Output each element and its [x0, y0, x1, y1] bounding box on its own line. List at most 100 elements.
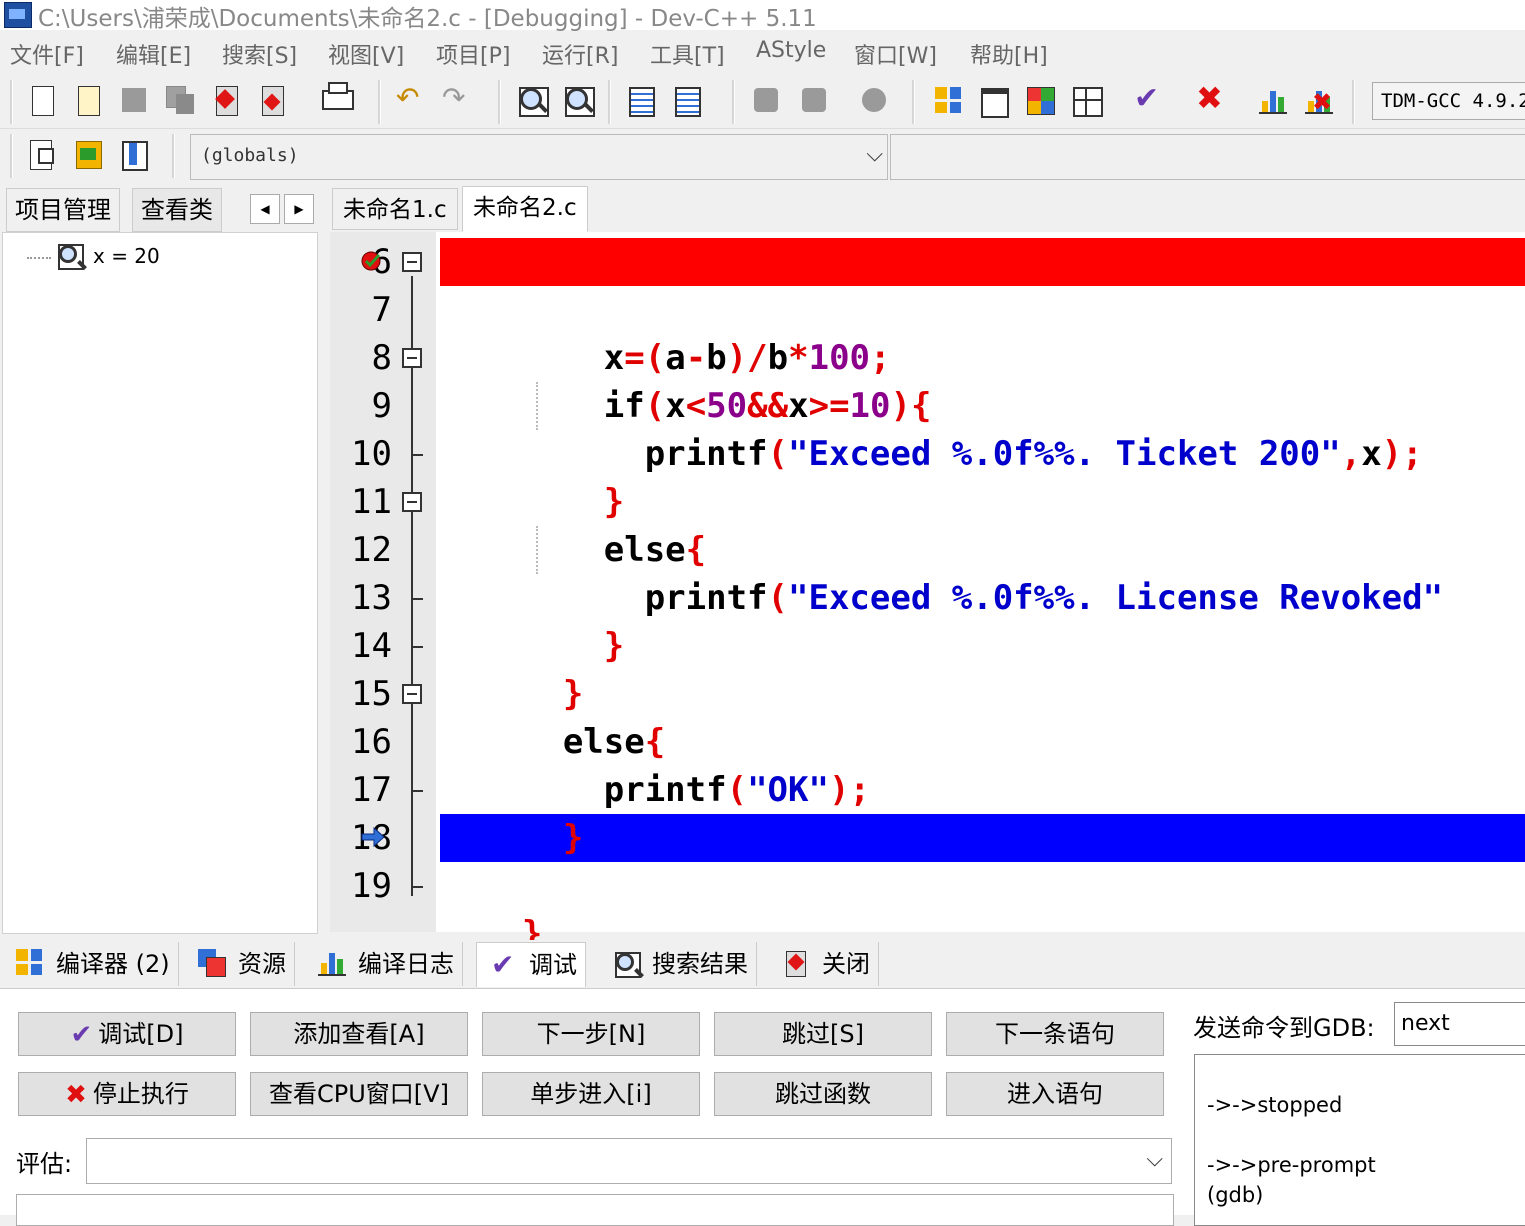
skip-button[interactable]: 跳过[S] [714, 1012, 932, 1056]
code-line-16[interactable]: printf("OK"); [440, 718, 870, 810]
find-icon[interactable] [516, 84, 549, 117]
close-all-icon[interactable] [256, 84, 288, 116]
tab-classes[interactable]: 查看类 [132, 188, 222, 232]
code-line-15[interactable]: else{ [440, 670, 665, 762]
delete-profile-icon[interactable]: ✖ [1302, 84, 1334, 116]
unindent-icon[interactable] [670, 84, 702, 117]
line-number: 8 [371, 338, 392, 378]
compiler-icon [16, 949, 46, 979]
evaluate-input[interactable]: ⌵ [86, 1138, 1172, 1184]
tab-compile-log[interactable]: 编译日志 [306, 942, 463, 986]
chevron-down-icon[interactable]: ⌵ [1146, 1147, 1163, 1172]
step-into-button[interactable]: 单步进入[i] [482, 1072, 700, 1116]
code-line-9[interactable]: printf("Exceed %.0f%%. Ticket 200",x); [440, 382, 1423, 474]
watch-icon [55, 241, 85, 271]
toggle-bookmark-icon[interactable] [118, 138, 150, 171]
fold-toggle-icon[interactable] [402, 684, 422, 704]
code-line-13[interactable]: } [440, 574, 624, 666]
breakpoint-icon[interactable] [360, 250, 386, 272]
search-icon [612, 949, 642, 979]
step-into-instruction-button[interactable]: 进入语句 [946, 1072, 1164, 1116]
compile-icon[interactable] [932, 84, 964, 116]
tab-search-results[interactable]: 搜索结果 [600, 942, 757, 986]
redo-icon[interactable]: ↷ [442, 82, 474, 116]
code-line-6[interactable]: if(a>b){ [440, 238, 727, 330]
save-all-icon[interactable] [164, 84, 196, 116]
close-file-icon[interactable] [210, 84, 242, 116]
fold-toggle-icon[interactable] [402, 348, 422, 368]
new-file-icon[interactable] [26, 84, 58, 116]
tab-debug[interactable]: ✔ 调试 [476, 942, 586, 987]
toggle-comment-icon[interactable] [858, 84, 890, 116]
debug-icon[interactable]: ✔ [1132, 84, 1164, 116]
menu-edit[interactable]: 编辑[E] [116, 38, 191, 70]
code-line-10[interactable]: } [440, 430, 624, 522]
menu-view[interactable]: 视图[V] [328, 38, 404, 70]
code-line-8[interactable]: if(x<50&&x>=10){ [440, 334, 932, 426]
compile-run-icon[interactable] [1024, 84, 1056, 116]
menu-project[interactable]: 项目[P] [436, 38, 510, 70]
code-line-18[interactable]: return 0; [440, 814, 747, 906]
stop-execution-button[interactable]: ✖ 停止执行 [18, 1072, 236, 1116]
profile-icon[interactable] [1256, 84, 1288, 116]
menu-run[interactable]: 运行[R] [542, 38, 618, 70]
code-line-7[interactable]: x=(a-b)/b*100; [440, 286, 891, 378]
function-select[interactable] [890, 134, 1525, 180]
stop-icon[interactable]: ✖ [1194, 82, 1226, 116]
code-line-17[interactable]: } [440, 766, 583, 858]
debug-watch-panel: x = 20 [2, 232, 318, 934]
gdb-command-input[interactable]: next [1394, 1002, 1525, 1046]
tab-file-1[interactable]: 未命名1.c [332, 188, 458, 230]
code-line-12[interactable]: printf("Exceed %.0f%%. License Revoked" [440, 526, 1443, 618]
next-instruction-button[interactable]: 下一条语句 [946, 1012, 1164, 1056]
tab-file-2[interactable]: 未命名2.c [462, 186, 588, 232]
menu-help[interactable]: 帮助[H] [970, 38, 1048, 70]
run-icon[interactable] [978, 84, 1010, 118]
insert-icon[interactable] [26, 138, 58, 170]
tab-project[interactable]: 项目管理 [6, 188, 120, 232]
tab-scroll-left-icon[interactable]: ◀ [250, 194, 280, 224]
line-number: 14 [351, 626, 392, 666]
print-icon[interactable] [320, 82, 354, 116]
code-line-19[interactable]: } [440, 862, 542, 954]
menu-bar: 文件[F] 编辑[E] 搜索[S] 视图[V] 项目[P] 运行[R] 工具[T… [0, 34, 1525, 72]
tab-label: 调试 [529, 951, 577, 979]
scope-select[interactable]: (globals) ⌵ [190, 134, 888, 180]
goto-line-icon[interactable] [72, 138, 104, 170]
tab-label: 关闭 [822, 950, 870, 978]
save-icon[interactable] [118, 84, 150, 116]
chevron-down-icon[interactable]: ⌵ [866, 142, 883, 167]
tab-close[interactable]: 关闭 [770, 942, 879, 986]
tab-compiler[interactable]: 编译器 (2) [4, 942, 179, 986]
replace-icon[interactable] [562, 84, 595, 117]
open-file-icon[interactable] [72, 84, 104, 116]
line-number: 19 [351, 866, 392, 906]
editor-tabs: 未命名1.c 未命名2.c [330, 186, 1525, 232]
fold-toggle-icon[interactable] [402, 252, 422, 272]
next-step-button[interactable]: 下一步[N] [482, 1012, 700, 1056]
menu-astyle[interactable]: AStyle [756, 38, 826, 63]
indent-icon[interactable] [624, 84, 656, 117]
debug-button[interactable]: ✔ 调试[D] [18, 1012, 236, 1056]
code-line-14[interactable]: } [440, 622, 583, 714]
undo-icon[interactable]: ↶ [396, 82, 428, 116]
evaluate-output [16, 1194, 1174, 1226]
add-watch-button[interactable]: 添加查看[A] [250, 1012, 468, 1056]
skip-function-button[interactable]: 跳过函数 [714, 1072, 932, 1116]
prev-bookmark-icon[interactable] [750, 84, 782, 116]
fold-toggle-icon[interactable] [402, 492, 422, 512]
next-bookmark-icon[interactable] [798, 84, 830, 116]
code-editor[interactable]: 6 7 8 9 10 11 12 13 14 15 16 17 18 19 [330, 232, 1525, 954]
menu-tools[interactable]: 工具[T] [650, 38, 725, 70]
tab-resources[interactable]: 资源 [186, 942, 295, 986]
rebuild-icon[interactable] [1070, 84, 1103, 117]
compiler-select[interactable]: TDM-GCC 4.9.2 64-bit Release [1372, 82, 1525, 120]
menu-window[interactable]: 窗口[W] [854, 38, 937, 70]
view-cpu-window-button[interactable]: 查看CPU窗口[V] [250, 1072, 468, 1116]
left-panel-tabs: 项目管理 查看类 ◀ ▶ [0, 188, 320, 232]
menu-search[interactable]: 搜索[S] [222, 38, 297, 70]
menu-file[interactable]: 文件[F] [10, 38, 84, 70]
tab-scroll-right-icon[interactable]: ▶ [284, 194, 314, 224]
app-icon[interactable] [4, 2, 32, 28]
code-line-11[interactable]: else{ [440, 478, 706, 570]
